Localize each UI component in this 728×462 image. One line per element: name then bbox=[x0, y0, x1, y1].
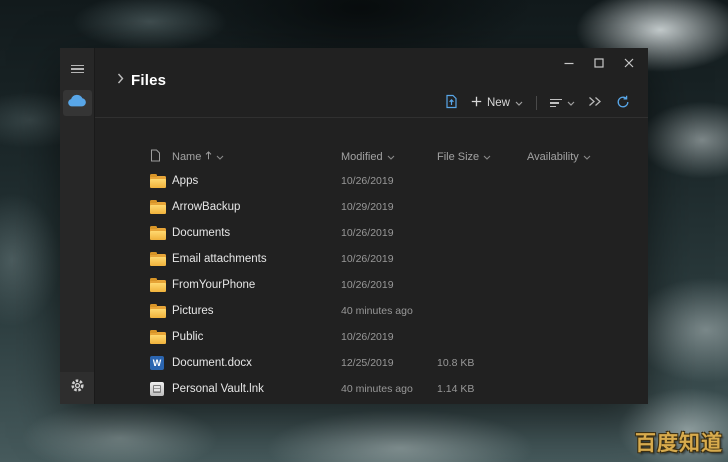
main-panel: Files New bbox=[95, 48, 648, 404]
new-button-label: New bbox=[487, 97, 510, 109]
minimize-button[interactable] bbox=[554, 53, 584, 73]
file-icon bbox=[150, 228, 166, 240]
watermark: 百度知道 bbox=[635, 427, 723, 457]
file-modified: 10/26/2019 bbox=[341, 331, 437, 343]
chevron-right-icon bbox=[117, 71, 124, 89]
chevron-down-icon bbox=[583, 151, 591, 163]
file-row[interactable]: ArrowBackup 10/29/2019 bbox=[95, 194, 648, 220]
file-name: ArrowBackup bbox=[172, 201, 341, 213]
list-header: Name Modified File Size bbox=[95, 148, 648, 166]
document-outline-icon bbox=[150, 149, 172, 165]
sidebar-item-settings[interactable] bbox=[63, 375, 92, 401]
sidebar-item-onedrive[interactable] bbox=[63, 90, 92, 116]
column-header-availability[interactable]: Availability bbox=[527, 151, 648, 163]
file-icon bbox=[150, 280, 166, 292]
chevron-down-icon bbox=[567, 97, 575, 109]
file-modified: 40 minutes ago bbox=[341, 305, 437, 317]
desktop: { "colors": { "accent_blue": "#58a6e8", … bbox=[0, 0, 728, 462]
file-modified: 10/26/2019 bbox=[341, 175, 437, 187]
chevron-down-icon bbox=[515, 97, 523, 109]
window-controls bbox=[554, 53, 644, 73]
file-icon bbox=[150, 382, 164, 396]
file-row[interactable]: Documents 10/26/2019 bbox=[95, 220, 648, 246]
column-header-modified[interactable]: Modified bbox=[341, 151, 437, 163]
sidebar-footer bbox=[60, 372, 94, 404]
file-name: Public bbox=[172, 331, 341, 343]
file-name: Personal Vault.lnk bbox=[172, 383, 341, 395]
file-icon bbox=[150, 332, 166, 344]
column-header-name[interactable]: Name bbox=[172, 151, 341, 163]
file-modified: 10/26/2019 bbox=[341, 253, 437, 265]
file-name: Pictures bbox=[172, 305, 341, 317]
upload-file-icon bbox=[445, 94, 458, 112]
column-header-filesize[interactable]: File Size bbox=[437, 151, 527, 163]
close-button[interactable] bbox=[614, 53, 644, 73]
chevron-down-icon bbox=[216, 151, 224, 163]
plus-icon bbox=[471, 96, 482, 110]
file-icon bbox=[150, 202, 166, 214]
file-row[interactable]: Email attachments 10/26/2019 bbox=[95, 246, 648, 272]
upload-button[interactable] bbox=[445, 94, 458, 112]
file-modified: 10/26/2019 bbox=[341, 279, 437, 291]
sidebar bbox=[60, 48, 95, 404]
file-row[interactable]: Public 10/26/2019 bbox=[95, 324, 648, 350]
chevron-down-icon bbox=[387, 151, 395, 163]
file-modified: 10/26/2019 bbox=[341, 227, 437, 239]
sync-refresh-icon bbox=[616, 95, 630, 112]
breadcrumb[interactable]: Files bbox=[117, 71, 166, 89]
file-name: Apps bbox=[172, 175, 341, 187]
maximize-button[interactable] bbox=[584, 53, 614, 73]
file-row[interactable]: Apps 10/26/2019 bbox=[95, 168, 648, 194]
file-modified: 40 minutes ago bbox=[341, 383, 437, 395]
file-name: Documents bbox=[172, 227, 341, 239]
new-button[interactable]: New bbox=[471, 96, 523, 110]
file-list: Apps 10/26/2019 ArrowBackup 10/29/2019 D… bbox=[95, 168, 648, 402]
file-row[interactable]: Personal Vault.lnk 40 minutes ago 1.14 K… bbox=[95, 376, 648, 402]
file-modified: 10/29/2019 bbox=[341, 201, 437, 213]
file-row[interactable]: FromYourPhone 10/26/2019 bbox=[95, 272, 648, 298]
files-window: Files New bbox=[60, 48, 648, 404]
chevron-down-icon bbox=[483, 151, 491, 163]
file-icon bbox=[150, 306, 166, 318]
toolbar-divider bbox=[536, 96, 537, 110]
file-size: 1.14 KB bbox=[437, 383, 527, 395]
file-row[interactable]: Document.docx 12/25/2019 10.8 KB bbox=[95, 350, 648, 376]
file-name: FromYourPhone bbox=[172, 279, 341, 291]
file-name: Email attachments bbox=[172, 253, 341, 265]
file-icon bbox=[150, 356, 164, 370]
sort-lines-icon bbox=[550, 97, 562, 109]
view-arrange-icon bbox=[588, 96, 603, 110]
file-icon bbox=[150, 176, 166, 188]
file-name: Document.docx bbox=[172, 357, 341, 369]
cloud-icon bbox=[67, 94, 87, 112]
hamburger-icon bbox=[71, 62, 84, 75]
toolbar: New bbox=[445, 92, 630, 114]
gear-icon bbox=[70, 378, 85, 398]
sort-button[interactable] bbox=[550, 97, 575, 109]
window-chrome: Files New bbox=[95, 48, 648, 118]
file-row[interactable]: Pictures 40 minutes ago bbox=[95, 298, 648, 324]
page-title: Files bbox=[131, 72, 166, 89]
file-size: 10.8 KB bbox=[437, 357, 527, 369]
file-icon bbox=[150, 254, 166, 266]
sync-button[interactable] bbox=[616, 95, 630, 112]
view-options-button[interactable] bbox=[588, 96, 603, 110]
sort-ascending-icon bbox=[205, 151, 212, 163]
sidebar-item-menu[interactable] bbox=[63, 56, 92, 82]
file-modified: 12/25/2019 bbox=[341, 357, 437, 369]
